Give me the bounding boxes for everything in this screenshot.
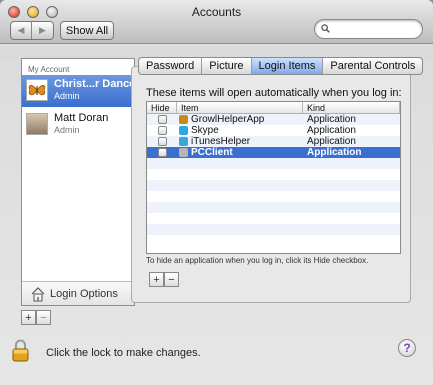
add-account-button[interactable]: + [21, 310, 36, 325]
login-items-intro: These items will open automatically when… [146, 87, 402, 99]
house-icon [31, 287, 45, 302]
table-row-empty [147, 202, 400, 213]
item-name: PCClient [191, 147, 233, 158]
column-header-hide[interactable]: Hide [147, 102, 177, 113]
table-row-selected[interactable]: PCClient Application [147, 147, 400, 158]
forward-button[interactable]: ▶ [32, 22, 53, 39]
title-bar: Accounts ◀ ▶ Show All [0, 0, 433, 44]
show-all-button[interactable]: Show All [60, 21, 114, 40]
butterfly-avatar-icon [26, 79, 48, 101]
login-options-button[interactable]: Login Options [22, 281, 134, 305]
table-row-empty [147, 169, 400, 180]
remove-login-item-button[interactable]: − [164, 272, 179, 287]
preferences-tabs: Password Picture Login Items Parental Co… [138, 57, 424, 75]
account-row-christ-dance[interactable]: Christ...r Dance Admin [22, 75, 136, 107]
back-button[interactable]: ◀ [11, 22, 32, 39]
login-items-table[interactable]: Hide Item Kind GrowlHelperApp Applicatio… [146, 101, 401, 254]
photo-avatar-icon [26, 113, 48, 135]
skype-app-icon [179, 126, 188, 135]
table-row-empty [147, 180, 400, 191]
column-header-item[interactable]: Item [177, 102, 303, 113]
hide-checkbox[interactable] [157, 137, 167, 146]
hide-checkbox[interactable] [157, 148, 167, 157]
account-name: Christ...r Dance [54, 78, 136, 90]
account-role: Admin [54, 91, 80, 101]
table-row[interactable]: iTunesHelper Application [147, 136, 400, 147]
item-name: Skype [191, 125, 219, 136]
item-kind: Application [307, 114, 356, 125]
table-row[interactable]: GrowlHelperApp Application [147, 114, 400, 125]
hide-checkbox[interactable] [157, 126, 167, 135]
hide-checkbox[interactable] [157, 115, 167, 124]
pcclient-app-icon [179, 148, 188, 157]
item-name: GrowlHelperApp [191, 114, 265, 125]
item-kind: Application [307, 136, 356, 147]
table-header: Hide Item Kind [147, 102, 400, 114]
window-title: Accounts [191, 5, 242, 19]
table-row-empty [147, 158, 400, 169]
table-row-empty [147, 235, 400, 246]
account-row-matt-doran[interactable]: Matt Doran Admin [22, 109, 134, 141]
table-row[interactable]: Skype Application [147, 125, 400, 136]
table-body: GrowlHelperApp Application Skype Applica… [147, 114, 400, 246]
accounts-list: My Account Christ...r Dance Admin Matt D… [21, 58, 135, 306]
back-forward-control: ◀ ▶ [10, 21, 54, 40]
table-row-empty [147, 213, 400, 224]
tab-parental-controls[interactable]: Parental Controls [323, 58, 422, 74]
table-row-empty [147, 191, 400, 202]
tab-password[interactable]: Password [139, 58, 203, 74]
account-role: Admin [54, 125, 80, 135]
growl-app-icon [179, 115, 188, 124]
accounts-window: Accounts ◀ ▶ Show All My Account Christ.… [0, 0, 433, 385]
back-arrow-icon: ◀ [17, 25, 25, 35]
search-icon [321, 24, 330, 33]
help-button[interactable]: ? [398, 339, 416, 357]
my-account-section-label: My Account [28, 65, 70, 74]
help-icon: ? [403, 341, 411, 355]
item-name: iTunesHelper [191, 136, 251, 147]
column-header-kind[interactable]: Kind [303, 102, 400, 113]
account-name: Matt Doran [54, 112, 109, 124]
forward-arrow-icon: ▶ [39, 25, 46, 35]
item-kind: Application [307, 147, 362, 158]
hide-hint-text: To hide an application when you log in, … [146, 256, 369, 265]
itunes-app-icon [179, 137, 188, 146]
search-input[interactable] [314, 19, 423, 39]
item-kind: Application [307, 125, 356, 136]
add-login-item-button[interactable]: + [149, 272, 164, 287]
table-row-empty [147, 224, 400, 235]
login-options-label: Login Options [50, 288, 118, 300]
tab-picture[interactable]: Picture [202, 58, 252, 74]
lock-icon[interactable] [12, 339, 29, 362]
lock-message: Click the lock to make changes. [46, 347, 201, 359]
tab-login-items[interactable]: Login Items [251, 58, 324, 74]
remove-account-button[interactable]: − [36, 310, 51, 325]
